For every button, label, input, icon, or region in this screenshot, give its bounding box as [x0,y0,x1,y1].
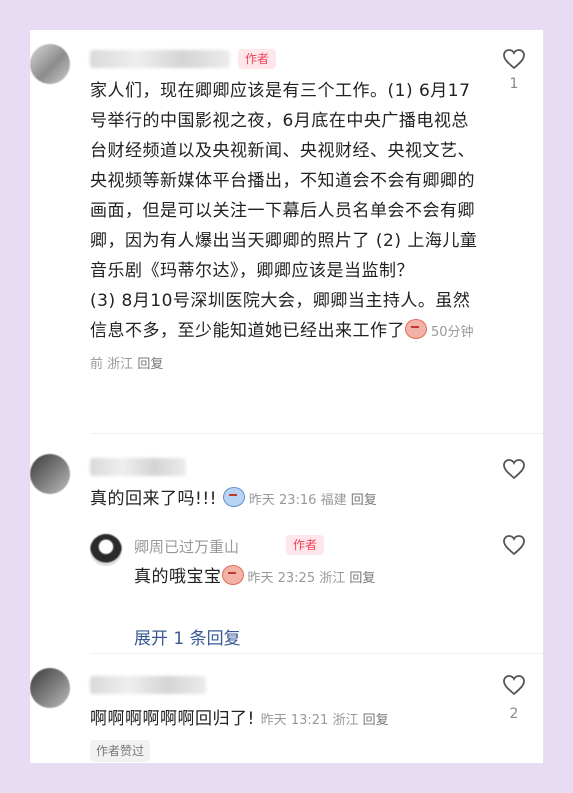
crying-face-emoji-icon [221,565,244,585]
reply-button[interactable]: 回复 [137,357,163,372]
reply-body: 真的哦宝宝 [134,567,222,587]
crying-face-emoji-icon [405,319,427,339]
reply-button[interactable]: 回复 [363,713,389,728]
like-button[interactable]: 1 [494,48,534,92]
comment-list: 作者 家人们，现在卿卿应该是有三个工作。(1) 6月17号举行的中国影视之夜，6… [30,30,543,763]
comment-body: 家人们，现在卿卿应该是有三个工作。(1) 6月17号举行的中国影视之夜，6月底在… [90,81,478,341]
author-badge: 作者 [286,535,325,555]
comment-time: 昨天 23:16 [248,493,317,508]
comment-text: 真的回来了吗!!! 昨天 23:16 福建 回复 [90,484,480,516]
avatar[interactable] [30,44,70,84]
username[interactable] [90,50,230,68]
comment-body: 啊啊啊啊啊啊回归了! [90,709,255,729]
heart-icon [503,49,525,70]
reply-location: 浙江 [319,571,346,586]
like-count: 2 [509,706,519,722]
divider [90,653,543,654]
like-count: 1 [509,76,519,92]
avatar[interactable] [30,668,70,708]
comment-location: 浙江 [107,357,134,372]
reply-button[interactable]: 回复 [349,571,375,586]
reply-avatar[interactable] [90,534,122,566]
expand-replies-button[interactable]: 展开 1 条回复 [134,624,241,649]
reply-username[interactable]: 卿周已过万重山 [134,536,239,557]
heart-icon [503,459,525,480]
comment-text: 家人们，现在卿卿应该是有三个工作。(1) 6月17号举行的中国影视之夜，6月底在… [90,76,480,380]
like-button[interactable]: 2 [494,674,534,722]
heart-icon [503,535,525,556]
reply-item: 卿周已过万重山 作者 真的哦宝宝 昨天 23:25 浙江 回复 [90,530,543,610]
shocked-face-emoji-icon [222,487,245,507]
avatar[interactable] [30,454,70,494]
comment-text: 啊啊啊啊啊啊回归了! 昨天 13:21 浙江 回复 [90,704,480,736]
author-badge: 作者 [238,49,277,69]
like-button[interactable] [494,534,534,556]
divider [90,433,543,434]
comment-location: 浙江 [332,713,359,728]
like-button[interactable] [494,458,534,480]
comment-location: 福建 [320,493,347,508]
reply-button[interactable]: 回复 [351,493,377,508]
heart-icon [503,675,525,696]
comment-time: 昨天 13:21 [260,713,329,728]
reply-time: 昨天 23:25 [247,571,316,586]
username[interactable] [90,458,186,476]
reply-text: 真的哦宝宝 昨天 23:25 浙江 回复 [134,562,474,594]
author-liked-tag: 作者赞过 [90,740,151,762]
comment-body: 真的回来了吗!!! [90,489,217,509]
username[interactable] [90,676,206,694]
